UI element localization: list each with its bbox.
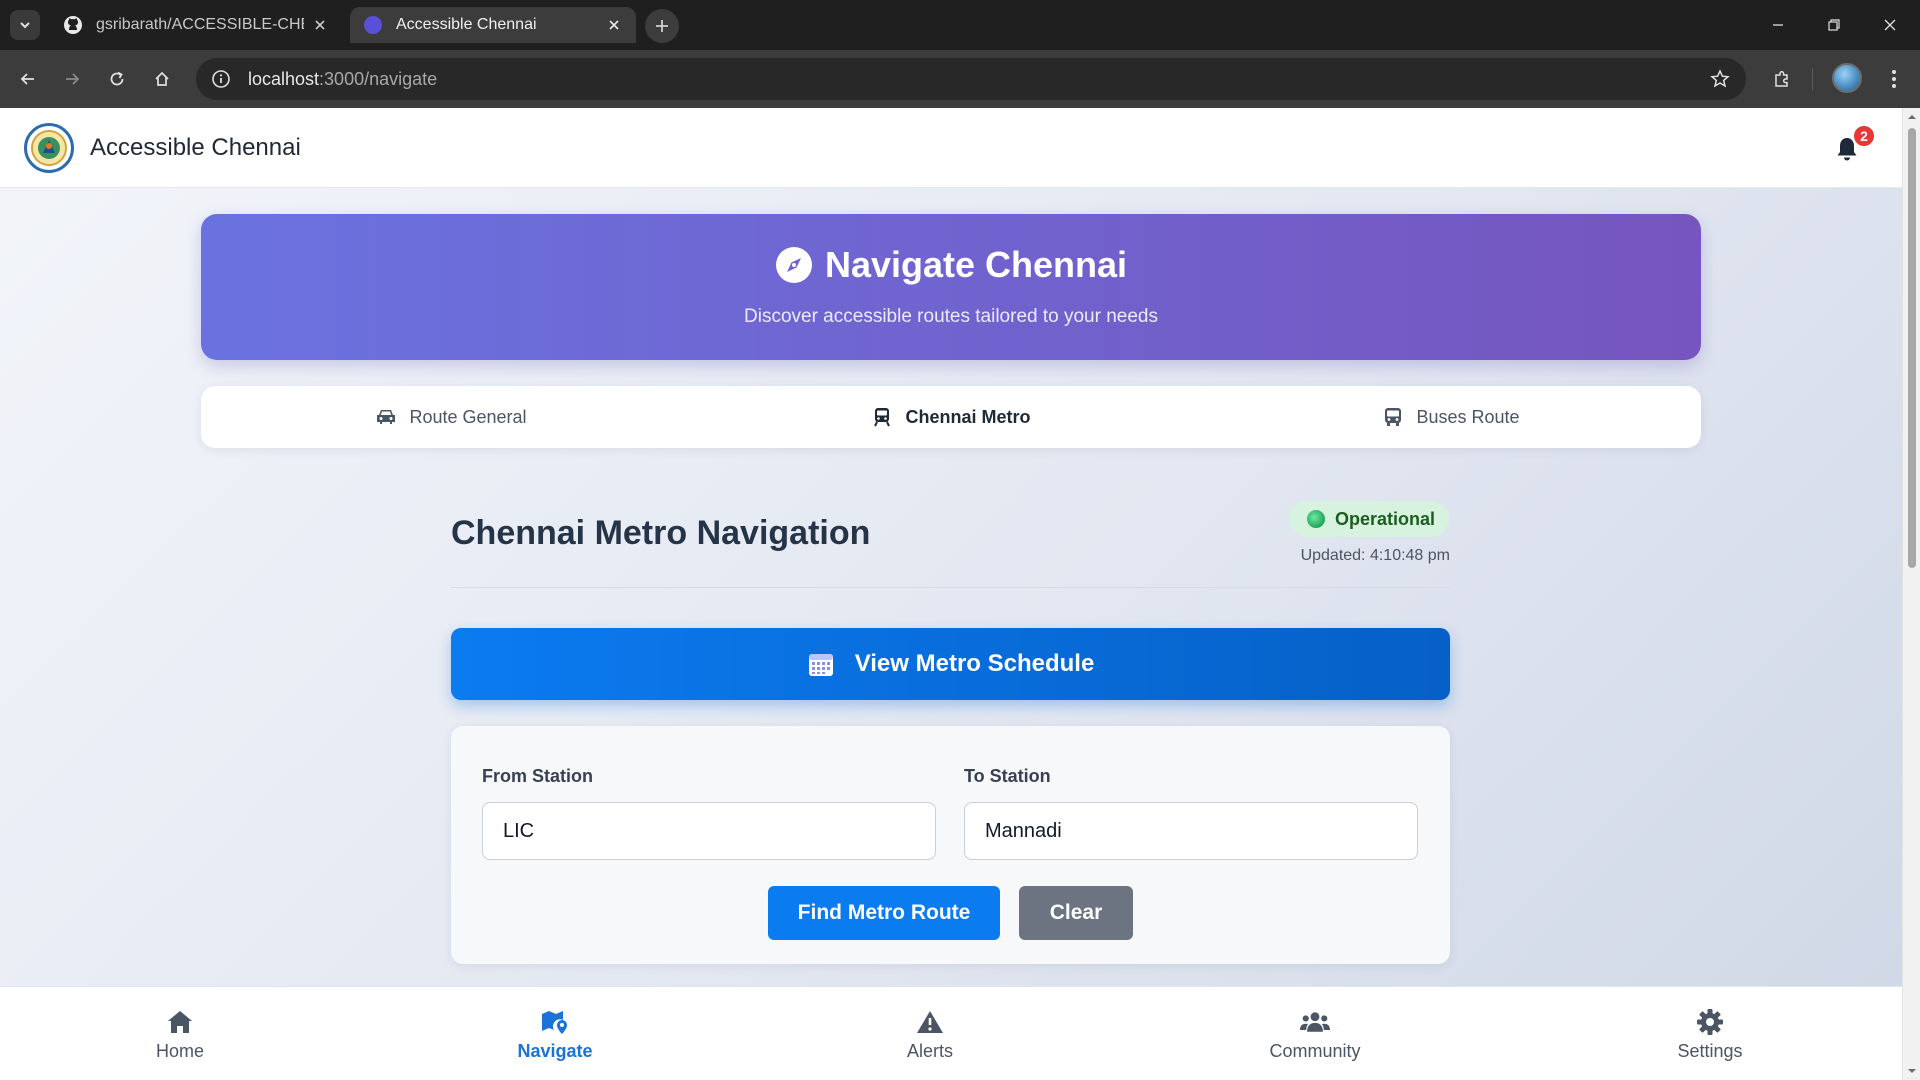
nav-label: Community	[1269, 1040, 1361, 1061]
close-icon[interactable]	[604, 15, 624, 35]
map-pin-icon	[540, 1007, 570, 1037]
close-icon[interactable]	[310, 15, 330, 35]
address-bar[interactable]: localhost:3000/navigate	[196, 58, 1746, 100]
browser-tab-bar: gsribarath/ACCESSIBLE-CHENN Accessible C…	[0, 0, 1920, 50]
section-divider	[451, 587, 1450, 588]
restore-button[interactable]	[1812, 10, 1856, 40]
browser-tab-accessible-chennai[interactable]: Accessible Chennai	[350, 7, 636, 43]
restore-icon	[1828, 19, 1840, 31]
app-header: Accessible Chennai	[0, 108, 1902, 188]
bus-icon	[1382, 406, 1404, 428]
tab-label: Route General	[409, 406, 527, 427]
close-icon	[1884, 19, 1896, 31]
chevron-down-icon	[20, 22, 30, 29]
transport-mode-tabs: Route General Chennai Metro Buses Route	[201, 386, 1701, 448]
brand-name: Accessible Chennai	[90, 133, 301, 161]
nav-item-alerts[interactable]: Alerts	[830, 987, 1030, 1080]
toolbar-separator	[1812, 68, 1813, 90]
compass-icon	[775, 246, 813, 284]
train-icon	[871, 406, 893, 428]
updated-timestamp: Updated: 4:10:48 pm	[1300, 547, 1450, 564]
to-station-label: To Station	[964, 766, 1051, 786]
from-station-label: From Station	[482, 766, 593, 786]
url-text: localhost:3000/navigate	[248, 69, 437, 90]
minimize-icon	[1773, 24, 1783, 26]
scroll-up-icon[interactable]	[1907, 112, 1917, 122]
status-text: Operational	[1335, 508, 1436, 529]
to-station-input[interactable]	[964, 802, 1418, 860]
back-button[interactable]	[12, 63, 44, 95]
tab-label: Chennai Metro	[905, 406, 1031, 427]
nav-item-settings[interactable]: Settings	[1610, 987, 1810, 1080]
find-metro-route-button[interactable]: Find Metro Route	[768, 886, 1000, 940]
plus-icon	[656, 20, 668, 32]
browser-menu-button[interactable]	[1878, 63, 1910, 95]
home-icon	[165, 1007, 195, 1037]
extensions-button[interactable]	[1766, 63, 1798, 95]
nav-label: Settings	[1677, 1040, 1743, 1061]
nav-label: Navigate	[517, 1040, 593, 1061]
tab-title: gsribarath/ACCESSIBLE-CHENN	[96, 16, 304, 33]
scroll-down-icon[interactable]	[1907, 1066, 1917, 1076]
page-viewport: Accessible Chennai 2 Navigate Chennai Di…	[0, 108, 1920, 1080]
new-tab-button[interactable]	[645, 9, 679, 43]
gear-icon	[1695, 1007, 1725, 1037]
more-vertical-icon	[1892, 70, 1896, 88]
car-icon	[375, 406, 397, 428]
nav-label: Alerts	[906, 1040, 953, 1061]
reload-button[interactable]	[101, 63, 133, 95]
bookmark-star-icon[interactable]	[1708, 67, 1732, 91]
close-window-button[interactable]	[1868, 10, 1912, 40]
status-dot-icon	[1307, 510, 1325, 528]
notification-count-badge: 2	[1852, 124, 1876, 148]
github-icon	[62, 14, 84, 36]
arrow-left-icon	[20, 73, 34, 85]
browser-tab-github[interactable]: gsribarath/ACCESSIBLE-CHENN	[50, 7, 342, 43]
url-host: localhost	[248, 68, 320, 89]
hero-subtitle: Discover accessible routes tailored to y…	[744, 306, 1158, 327]
tab-title: Accessible Chennai	[396, 16, 537, 33]
from-station-input[interactable]	[482, 802, 936, 860]
page-scrollbar[interactable]	[1902, 108, 1920, 1080]
tab-label: Buses Route	[1416, 406, 1520, 427]
nav-item-home[interactable]: Home	[80, 987, 280, 1080]
nav-item-community[interactable]: Community	[1215, 987, 1415, 1080]
users-icon	[1300, 1007, 1330, 1037]
tab-chennai-metro[interactable]: Chennai Metro	[701, 386, 1201, 448]
nav-label: Home	[155, 1040, 204, 1061]
status-badge: Operational	[1289, 501, 1449, 537]
site-info-icon[interactable]	[208, 66, 234, 92]
reload-icon	[110, 71, 124, 86]
calendar-icon	[807, 650, 835, 678]
app-logo[interactable]	[24, 122, 74, 173]
ac-favicon-icon	[362, 14, 384, 36]
clear-button[interactable]: Clear	[1019, 886, 1133, 940]
emblem-icon	[31, 129, 67, 166]
nav-item-navigate[interactable]: Navigate	[455, 987, 655, 1080]
puzzle-icon	[1775, 70, 1788, 87]
url-path: :3000/navigate	[319, 68, 438, 89]
hero-title: Navigate Chennai	[824, 244, 1128, 285]
schedule-button-label: View Metro Schedule	[854, 650, 1095, 677]
minimize-button[interactable]	[1756, 10, 1800, 40]
home-icon	[155, 71, 169, 86]
tab-route-general[interactable]: Route General	[201, 386, 701, 448]
browser-toolbar: localhost:3000/navigate	[0, 50, 1920, 108]
hero-title-row: Navigate Chennai	[201, 244, 1701, 286]
home-button[interactable]	[146, 63, 178, 95]
tab-search-button[interactable]	[10, 10, 40, 40]
route-form: From Station To Station Find Metro Route…	[451, 726, 1450, 964]
bottom-navigation: Home Navigate Alerts Community Settings	[0, 986, 1902, 1080]
scrollbar-thumb[interactable]	[1908, 128, 1916, 568]
warning-icon	[915, 1007, 945, 1037]
arrow-right-icon	[66, 73, 80, 85]
hero-banner: Navigate Chennai Discover accessible rou…	[201, 214, 1701, 360]
section-title: Chennai Metro Navigation	[451, 514, 871, 552]
profile-avatar[interactable]	[1832, 63, 1862, 93]
forward-button[interactable]	[56, 63, 88, 95]
tab-buses-route[interactable]: Buses Route	[1201, 386, 1701, 448]
view-metro-schedule-button[interactable]: View Metro Schedule	[451, 628, 1450, 700]
